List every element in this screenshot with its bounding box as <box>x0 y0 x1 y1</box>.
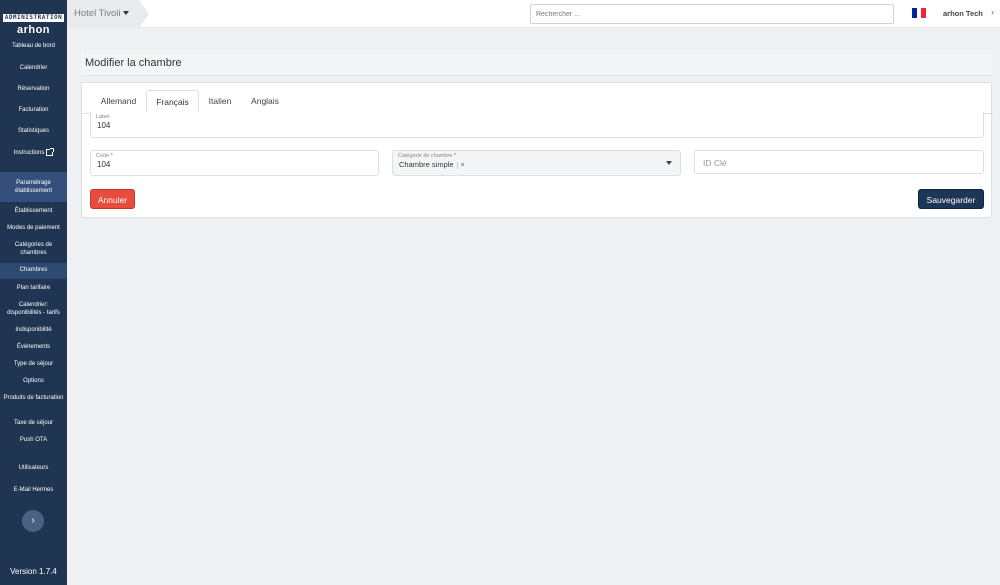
sidebar-item-events[interactable]: Événements <box>0 344 67 352</box>
sidebar-item-rooms[interactable]: Chambres <box>0 263 67 279</box>
sidebar-item-instructions[interactable]: Instructions <box>0 148 67 158</box>
sidebar-item-tourist-tax[interactable]: Taxe de séjour <box>0 420 67 428</box>
french-flag-icon[interactable] <box>912 8 927 18</box>
room-edit-card: Allemand Français Italien Anglais Label … <box>81 82 993 218</box>
logo-bottom-text: arhon <box>16 24 51 36</box>
room-category-value: Chambre simple × <box>399 160 465 169</box>
hotel-selector[interactable]: Hotel Tivoli <box>67 0 149 28</box>
sidebar-item-push-ota[interactable]: Push OTA <box>0 437 67 445</box>
sidebar-item-room-categories[interactable]: Catégories de chambres <box>0 242 67 257</box>
sidebar-item-unavailability[interactable]: Indisponibilité <box>0 327 67 335</box>
sidebar: ADMINISTRATION arhon Tableau de bord Cal… <box>0 0 67 585</box>
hotel-name: Hotel Tivoli <box>74 8 121 19</box>
chevron-right-icon[interactable]: › <box>991 7 994 17</box>
code-field-label: Code * <box>96 153 113 159</box>
page-title: Modifier la chambre <box>85 57 182 69</box>
tab-english[interactable]: Anglais <box>242 90 288 113</box>
sidebar-item-options[interactable]: Options <box>0 378 67 386</box>
save-button[interactable]: Sauvegarder <box>918 189 984 209</box>
user-menu[interactable]: arhon Tech <box>943 9 983 18</box>
clear-selection-icon[interactable]: × <box>456 162 465 169</box>
cancel-button[interactable]: Annuler <box>90 189 135 209</box>
code-field-label-text: Code <box>96 153 110 159</box>
code-field-value: 104 <box>97 160 111 169</box>
sidebar-collapse-button[interactable]: › <box>22 510 44 532</box>
selected-category-chip: Chambre simple <box>399 160 454 169</box>
sidebar-item-payment-modes[interactable]: Modes de paiement <box>0 225 67 233</box>
required-marker: * <box>110 153 113 159</box>
tab-italian[interactable]: Italien <box>200 90 240 113</box>
search-input[interactable] <box>530 4 894 24</box>
sidebar-item-statistics[interactable]: Statistiques <box>0 128 67 136</box>
sidebar-item-establishment[interactable]: Établissement <box>0 208 67 216</box>
sidebar-item-dashboard[interactable]: Tableau de bord <box>0 43 67 51</box>
sidebar-section-settings[interactable]: Paramétrage établissement <box>0 172 67 202</box>
key-id-placeholder: ID Clé <box>703 158 727 168</box>
tab-german[interactable]: Allemand <box>92 90 145 113</box>
tab-french[interactable]: Français <box>146 90 199 113</box>
app-version: Version 1.7.4 <box>10 567 57 576</box>
room-category-label-text: Catégorie de chambre <box>398 153 453 159</box>
label-field-label: Label <box>96 114 110 120</box>
app-logo[interactable]: ADMINISTRATION arhon <box>0 6 67 36</box>
label-field-value: 104 <box>97 121 111 130</box>
sidebar-item-billing-products[interactable]: Produits de facturation <box>0 395 67 403</box>
external-link-icon <box>46 148 55 156</box>
topbar: Hotel Tivoli arhon Tech › <box>67 0 1000 28</box>
sidebar-item-stay-type[interactable]: Type de séjour <box>0 361 67 369</box>
room-category-select[interactable]: Catégorie de chambre * Chambre simple × <box>392 150 681 176</box>
sidebar-item-rate-plan[interactable]: Plan tarifaire <box>0 285 67 293</box>
key-id-field[interactable]: ID Clé <box>694 150 984 174</box>
caret-down-icon[interactable] <box>666 161 672 165</box>
sidebar-item-availability-calendar[interactable]: Calendrier: disponibilités - tarifs <box>0 302 67 317</box>
caret-down-icon <box>123 11 129 15</box>
logo-top-text: ADMINISTRATION <box>2 14 65 22</box>
sidebar-item-email-hermes[interactable]: E-Mail Hermes <box>0 487 67 495</box>
flag-stripe-red <box>921 8 927 18</box>
sidebar-item-reservation[interactable]: Réservation <box>0 86 67 94</box>
sidebar-item-users[interactable]: Utilisateurs <box>0 465 67 473</box>
required-marker: * <box>453 153 457 159</box>
code-field[interactable]: Code * 104 <box>90 150 379 176</box>
room-category-label: Catégorie de chambre * <box>398 153 456 159</box>
label-field[interactable]: Label 104 <box>90 112 984 138</box>
page-header: Modifier la chambre <box>81 50 992 76</box>
chevron-right-icon: › <box>31 515 35 526</box>
sidebar-item-billing[interactable]: Facturation <box>0 107 67 115</box>
sidebar-item-instructions-label: Instructions <box>13 150 45 157</box>
sidebar-item-calendar[interactable]: Calendrier <box>0 65 67 73</box>
